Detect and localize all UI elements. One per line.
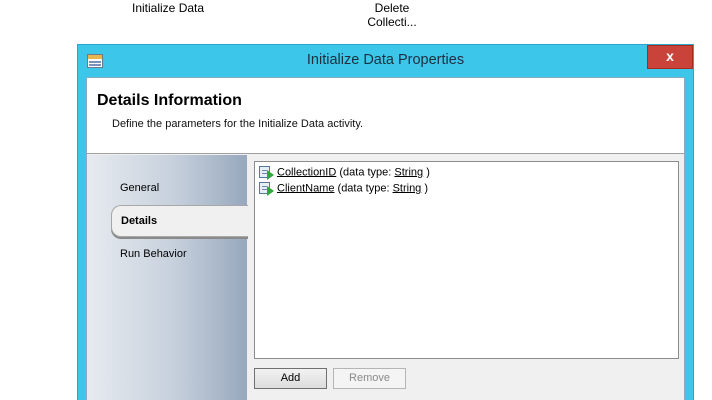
- delete-collection-activity-label[interactable]: Delete Collecti...: [364, 1, 420, 29]
- tab-general[interactable]: General: [120, 182, 159, 194]
- header-title: Details Information: [97, 92, 242, 109]
- tab-details[interactable]: Details: [111, 205, 248, 237]
- delete-label-line2: Collecti...: [367, 15, 417, 29]
- close-button[interactable]: x: [647, 45, 693, 69]
- nav-pane: General Details Run Behavior: [87, 155, 248, 400]
- parameter-type-prefix: (data type:: [334, 182, 393, 195]
- dialog-client-area: Details Information Define the parameter…: [86, 77, 685, 400]
- tab-run-behavior[interactable]: Run Behavior: [120, 248, 187, 260]
- list-item[interactable]: ClientName (data type: String ): [258, 181, 428, 197]
- parameter-type-suffix: ): [423, 166, 430, 179]
- tab-details-label: Details: [121, 215, 158, 227]
- dialog-body: General Details Run Behavior CollectionI…: [87, 155, 684, 400]
- details-header: Details Information Define the parameter…: [87, 78, 684, 154]
- parameter-type-suffix: ): [421, 182, 429, 195]
- parameter-name-link[interactable]: ClientName: [277, 182, 334, 194]
- header-subtitle: Define the parameters for the Initialize…: [112, 118, 364, 130]
- title-bar[interactable]: Initialize Data Properties x: [78, 45, 693, 77]
- parameter-name-link[interactable]: CollectionID: [277, 166, 336, 178]
- dialog-title: Initialize Data Properties: [306, 52, 465, 68]
- parameters-list[interactable]: CollectionID (data type: String ) Client…: [254, 161, 679, 359]
- properties-dialog: Initialize Data Properties x Details Inf…: [77, 44, 694, 400]
- parameter-type-link[interactable]: String: [394, 166, 423, 178]
- remove-button[interactable]: Remove: [333, 368, 406, 389]
- list-item[interactable]: CollectionID (data type: String ): [258, 165, 430, 181]
- add-button[interactable]: Add: [254, 368, 327, 389]
- parameter-icon: [258, 165, 274, 180]
- parameter-icon: [258, 181, 274, 196]
- initialize-data-activity-label[interactable]: Initialize Data: [129, 1, 208, 15]
- parameter-type-prefix: (data type:: [336, 166, 395, 179]
- screen: Initialize Data Delete Collecti... Initi…: [0, 0, 712, 400]
- delete-label-line1: Delete: [374, 1, 410, 15]
- parameter-type-link[interactable]: String: [393, 182, 422, 194]
